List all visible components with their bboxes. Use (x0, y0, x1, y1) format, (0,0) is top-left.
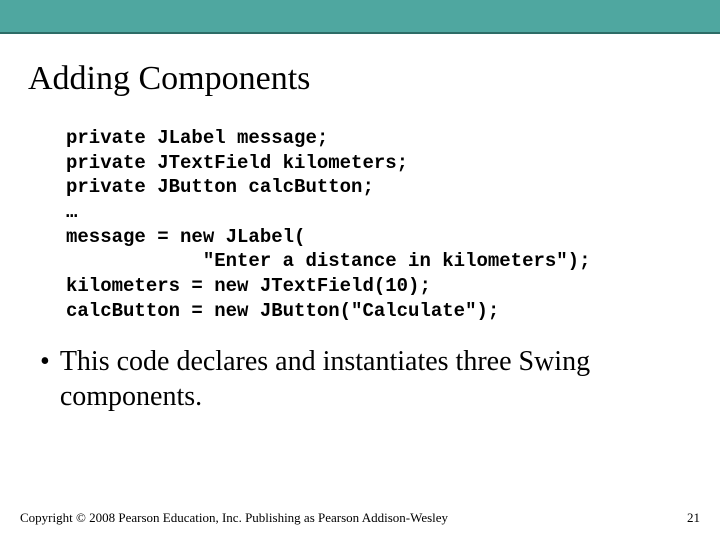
bullet-marker: • (40, 344, 50, 379)
header-color-bar (0, 0, 720, 32)
slide-title: Adding Components (28, 60, 692, 98)
bullet-text: This code declares and instantiates thre… (60, 344, 672, 414)
slide-content: Adding Components private JLabel message… (0, 60, 720, 414)
header-spacer (0, 34, 720, 52)
code-block: private JLabel message; private JTextFie… (66, 126, 692, 324)
copyright-text: Copyright © 2008 Pearson Education, Inc.… (20, 510, 448, 526)
slide-footer: Copyright © 2008 Pearson Education, Inc.… (20, 510, 700, 526)
bullet-item: • This code declares and instantiates th… (36, 344, 672, 414)
page-number: 21 (687, 510, 700, 526)
